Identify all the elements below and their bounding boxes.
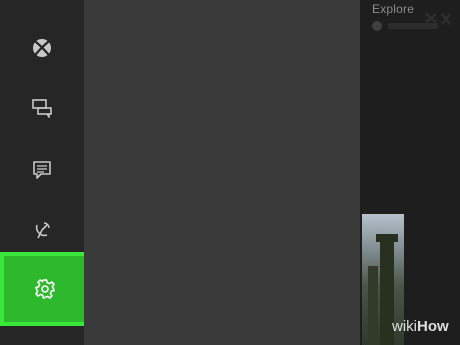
party-button[interactable] (20, 86, 64, 130)
broadcast-button[interactable] (20, 208, 64, 252)
decorative-corner-glyph (425, 13, 451, 25)
xbox-guide-screen: Explore wikiHow (0, 0, 460, 345)
party-chat-icon (32, 99, 52, 118)
xbox-logo-icon (33, 39, 51, 57)
watermark-how: How (417, 318, 449, 335)
gear-icon (35, 279, 55, 299)
messages-icon (33, 161, 51, 179)
tile-image-tower-2 (368, 266, 378, 345)
xbox-button[interactable] (20, 26, 64, 70)
broadcast-icon (35, 222, 50, 239)
explore-sub-icon (372, 21, 382, 31)
explore-label[interactable]: Explore (372, 2, 414, 16)
watermark-wiki: wiki (392, 318, 417, 335)
messages-button[interactable] (20, 148, 64, 192)
guide-content-panel (84, 0, 360, 345)
wikihow-watermark: wikiHow (392, 318, 449, 335)
settings-button[interactable] (4, 256, 86, 322)
